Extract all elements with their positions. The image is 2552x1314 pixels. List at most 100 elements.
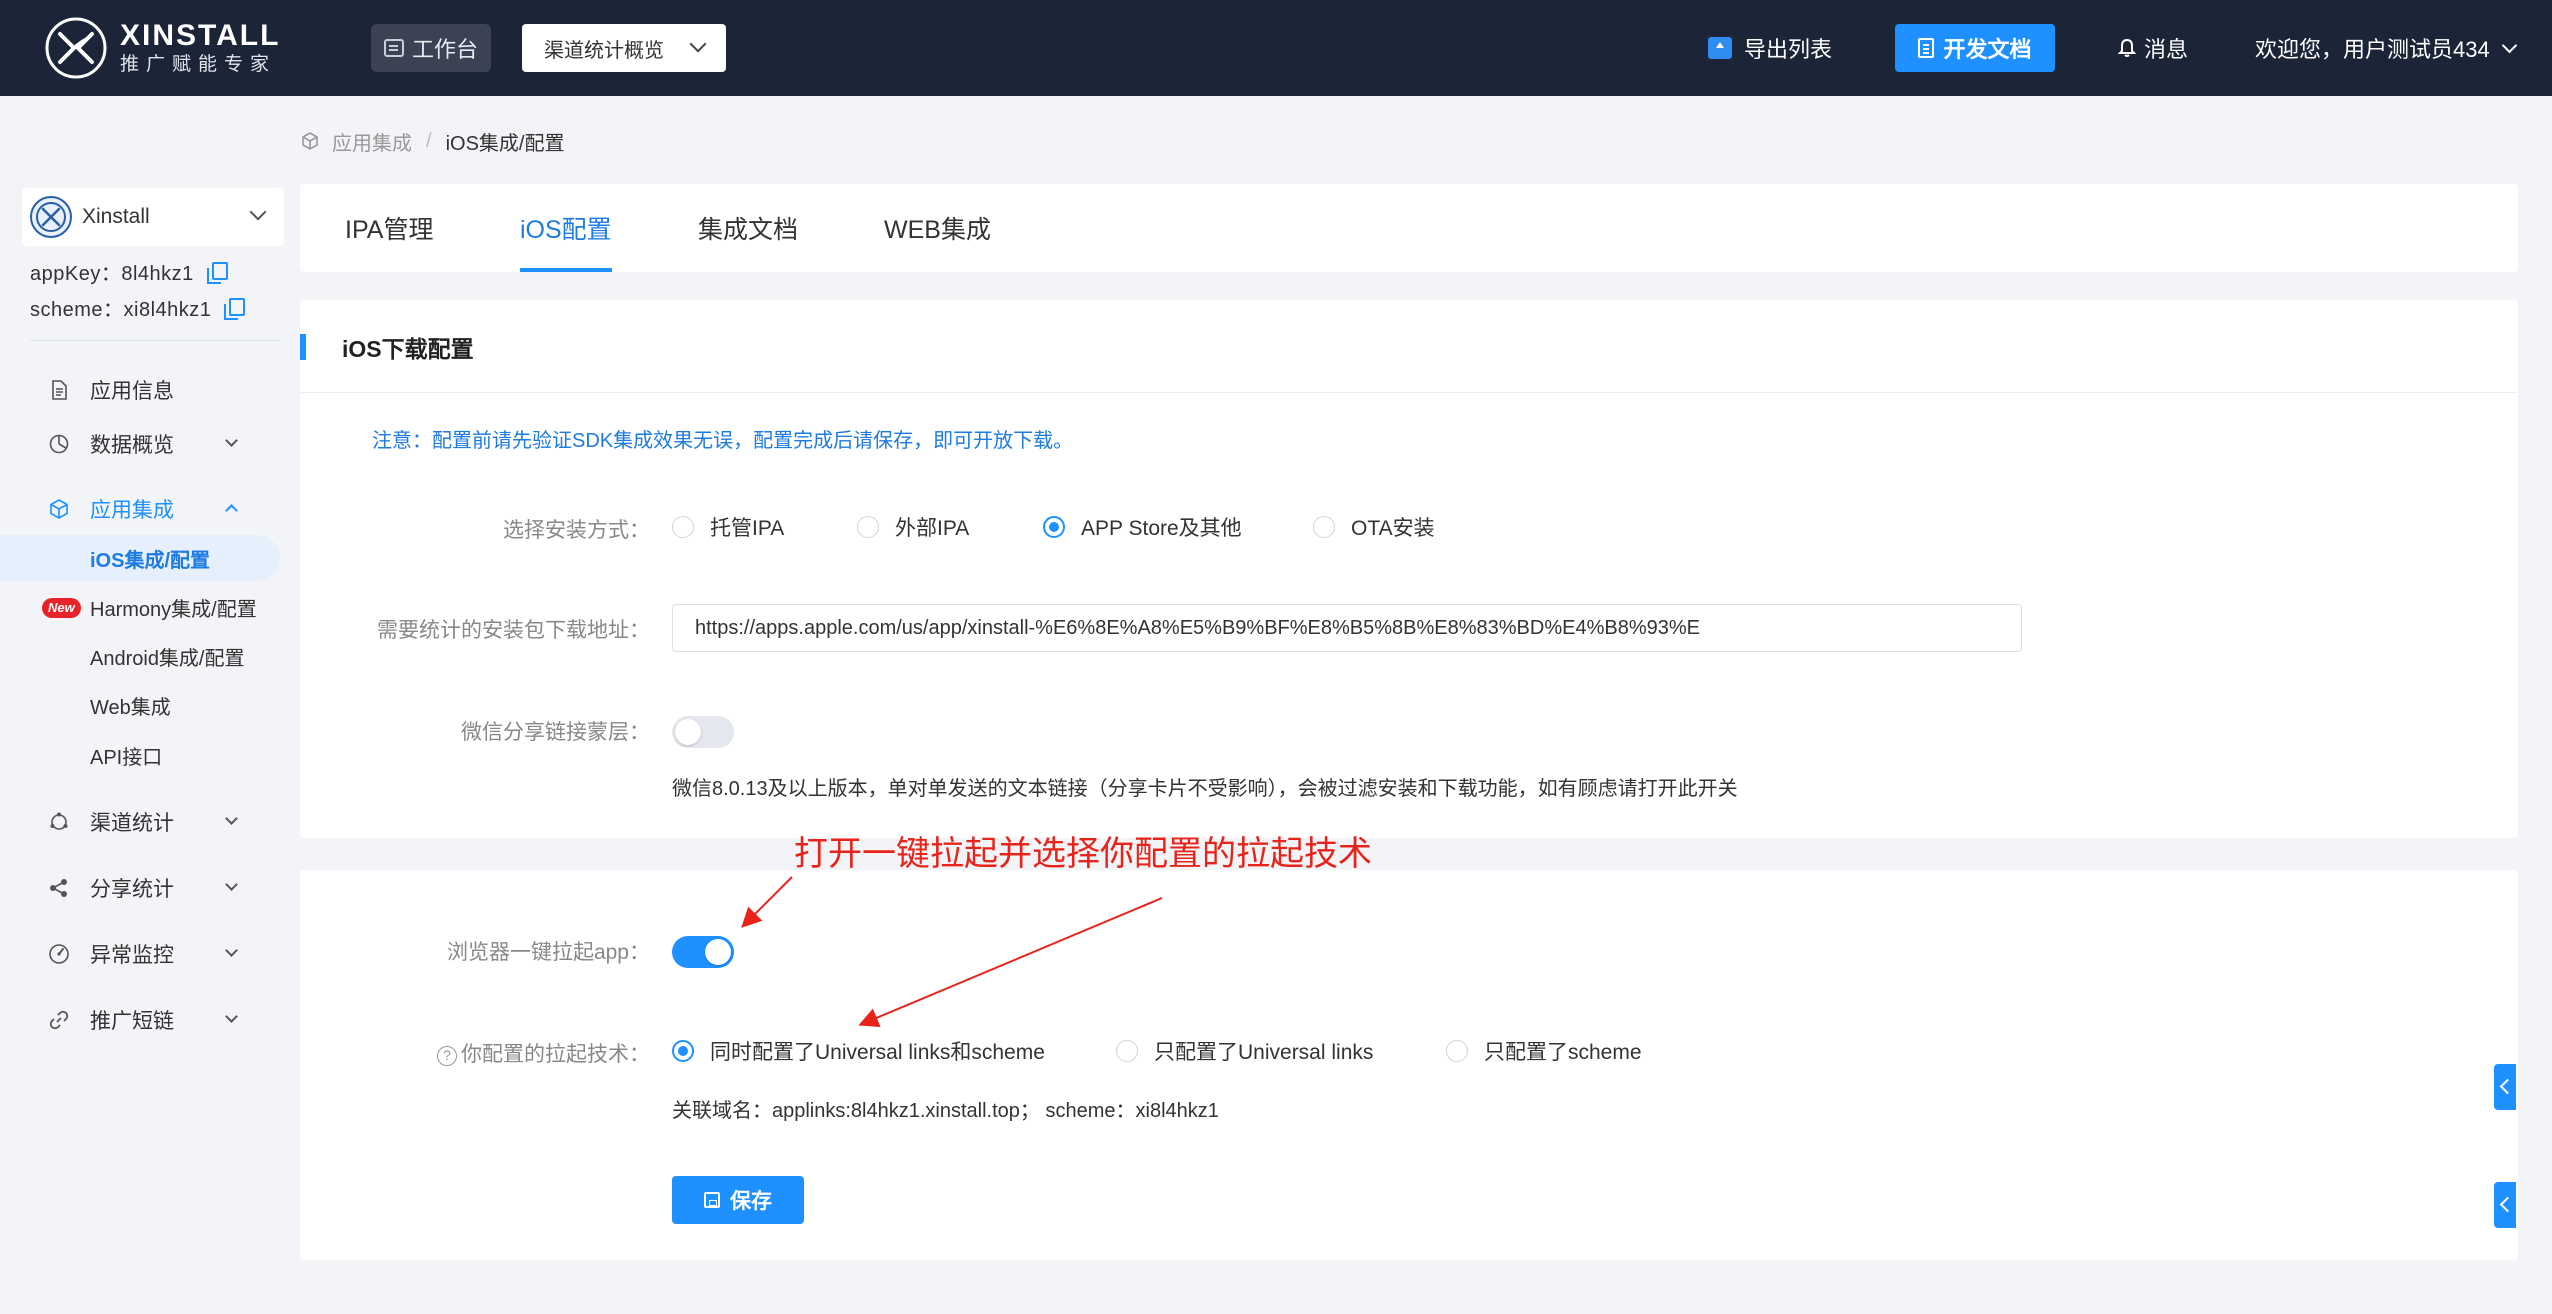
logo-subtitle: 推广赋能专家 [120, 54, 277, 75]
sidebar-item-data-overview[interactable]: 数据概览 [0, 420, 282, 468]
user-menu[interactable]: 欢迎您，用户测试员434 [2255, 24, 2517, 72]
radio-circle[interactable] [1313, 516, 1335, 538]
cube-icon [50, 499, 68, 519]
collapse-panel-tab[interactable] [2494, 1064, 2516, 1110]
radio-label: 同时配置了Universal links和scheme [710, 1041, 1045, 1064]
app-selector[interactable]: Xinstall [22, 188, 284, 246]
chevron-down-icon [225, 1010, 238, 1023]
launch-tech-label-row: ? 你配置的拉起技术： [100, 1038, 650, 1068]
sidebar-item-share-stats[interactable]: 分享统计 [0, 864, 282, 912]
ios-download-config-card: iOS下载配置 注意：配置前请先验证SDK集成效果无误，配置完成后请保存，即可开… [300, 300, 2518, 838]
workbench-button[interactable]: 工作台 [371, 24, 491, 72]
config-notice: 注意：配置前请先验证SDK集成效果无误，配置完成后请保存，即可开放下载。 [372, 430, 1074, 452]
breadcrumb-current: iOS集成/配置 [445, 132, 565, 155]
breadcrumb: 应用集成 / iOS集成/配置 [300, 126, 564, 156]
devdoc-label: 开发文档 [1943, 37, 2032, 62]
download-url-input[interactable]: https://apps.apple.com/us/app/xinstall-%… [672, 604, 2022, 652]
copy-icon[interactable] [206, 262, 228, 284]
upload-icon [1708, 37, 1732, 59]
chevron-down-icon [225, 878, 238, 891]
app-name: Xinstall [82, 205, 150, 228]
radio-label: 托管IPA [710, 517, 785, 540]
sidebar-item-label: 渠道统计 [90, 812, 174, 835]
radio-circle-checked[interactable] [1043, 516, 1065, 538]
copy-icon[interactable] [224, 298, 246, 320]
logo-title: XINSTALL [120, 19, 281, 52]
messages-label: 消息 [2144, 37, 2189, 62]
cycle-icon [50, 812, 68, 830]
launch-config-card: 浏览器一键拉起app： ? 你配置的拉起技术： 同时配置了Universal li… [300, 870, 2518, 1260]
pie-chart-icon [49, 434, 69, 454]
sidebar-subitem-label: Android集成/配置 [90, 647, 245, 670]
app-avatar-icon [30, 196, 72, 238]
tab-ipa-management[interactable]: IPA管理 [345, 184, 433, 272]
collapse-panel-tab[interactable] [2494, 1182, 2516, 1228]
sidebar-item-label: 分享统计 [90, 878, 174, 901]
channel-select[interactable]: 渠道统计概览 [522, 24, 726, 72]
book-icon [1918, 38, 1935, 58]
chevron-down-icon [225, 434, 238, 447]
save-icon [704, 1192, 720, 1208]
sidebar-item-short-links[interactable]: 推广短链 [0, 996, 282, 1044]
chevron-down-icon [249, 203, 267, 221]
export-label: 导出列表 [1744, 37, 1833, 62]
install-method-label: 选择安装方式： [503, 519, 650, 542]
chevron-down-icon [2501, 37, 2517, 53]
document-icon [52, 380, 67, 400]
workbench-label: 工作台 [411, 37, 478, 62]
radio-circle-checked[interactable] [672, 1040, 694, 1062]
radio-circle[interactable] [1446, 1040, 1468, 1062]
radio-label: 只配置了Universal links [1154, 1041, 1374, 1064]
monitor-icon [383, 39, 404, 57]
radio-circle[interactable] [857, 516, 879, 538]
browser-launch-toggle[interactable] [672, 936, 734, 968]
messages-button[interactable]: 消息 [2118, 24, 2188, 72]
top-navbar: XINSTALL 推广赋能专家 工作台 渠道统计概览 导出列表 开发文档 消息 … [0, 0, 2552, 96]
radio-external-ipa[interactable]: 外部IPA [857, 512, 969, 542]
channel-select-value: 渠道统计概览 [544, 39, 664, 62]
save-label: 保存 [730, 1190, 772, 1213]
radio-label: 只配置了scheme [1484, 1041, 1642, 1064]
wechat-mask-toggle[interactable] [672, 716, 734, 748]
export-list-button[interactable]: 导出列表 [1708, 24, 1832, 72]
radio-circle[interactable] [672, 516, 694, 538]
sidebar-item-label: 应用信息 [90, 380, 174, 403]
radio-ota[interactable]: OTA安装 [1313, 512, 1435, 542]
save-button[interactable]: 保存 [672, 1176, 804, 1224]
cube-icon [302, 132, 318, 150]
wechat-hint: 微信8.0.13及以上版本，单对单发送的文本链接（分享卡片不受影响），会被过滤安… [672, 778, 1738, 800]
radio-label: APP Store及其他 [1081, 517, 1242, 540]
chevron-down-icon [689, 35, 707, 53]
sidebar-item-app-info[interactable]: 应用信息 [0, 366, 282, 414]
share-icon [50, 879, 67, 897]
sidebar-item-channel-stats[interactable]: 渠道统计 [0, 798, 282, 846]
launch-tech-label: 你配置的拉起技术： [461, 1043, 650, 1066]
tab-integration-docs[interactable]: 集成文档 [698, 184, 798, 272]
radio-circle[interactable] [1116, 1040, 1138, 1062]
wechat-mask-label: 微信分享链接蒙层： [461, 721, 650, 744]
welcome-label: 欢迎您，用户测试员434 [2255, 37, 2490, 62]
app-key-row: appKey：8l4hkz1 [30, 256, 228, 286]
tab-ios-config[interactable]: iOS配置 [520, 184, 612, 272]
logo[interactable]: XINSTALL 推广赋能专家 [44, 16, 280, 80]
radio-app-store[interactable]: APP Store及其他 [1043, 512, 1242, 542]
annotation-text: 打开一键拉起并选择你配置的拉起技术 [794, 836, 1372, 873]
tab-web-integration[interactable]: WEB集成 [884, 184, 991, 272]
scheme-row: scheme：xi8l4hkz1 [30, 292, 246, 322]
sidebar-divider [30, 340, 280, 341]
radio-hosted-ipa[interactable]: 托管IPA [672, 512, 784, 542]
radio-label: 外部IPA [895, 517, 970, 540]
logo-icon [45, 17, 107, 79]
help-icon[interactable]: ? [437, 1046, 457, 1066]
associated-domain: 关联域名：applinks:8l4hkz1.xinstall.top； sche… [672, 1100, 1219, 1122]
breadcrumb-parent[interactable]: 应用集成 [332, 127, 412, 156]
radio-both-ul-scheme[interactable]: 同时配置了Universal links和scheme [672, 1036, 1045, 1066]
bell-icon [2118, 38, 2136, 57]
card-title: iOS下载配置 [342, 336, 474, 362]
dev-docs-button[interactable]: 开发文档 [1895, 24, 2055, 72]
radio-only-universal-links[interactable]: 只配置了Universal links [1116, 1036, 1373, 1066]
radio-only-scheme[interactable]: 只配置了scheme [1446, 1036, 1642, 1066]
tab-bar: IPA管理 iOS配置 集成文档 WEB集成 [300, 184, 2518, 272]
link-icon [49, 1010, 69, 1030]
chevron-down-icon [225, 812, 238, 825]
